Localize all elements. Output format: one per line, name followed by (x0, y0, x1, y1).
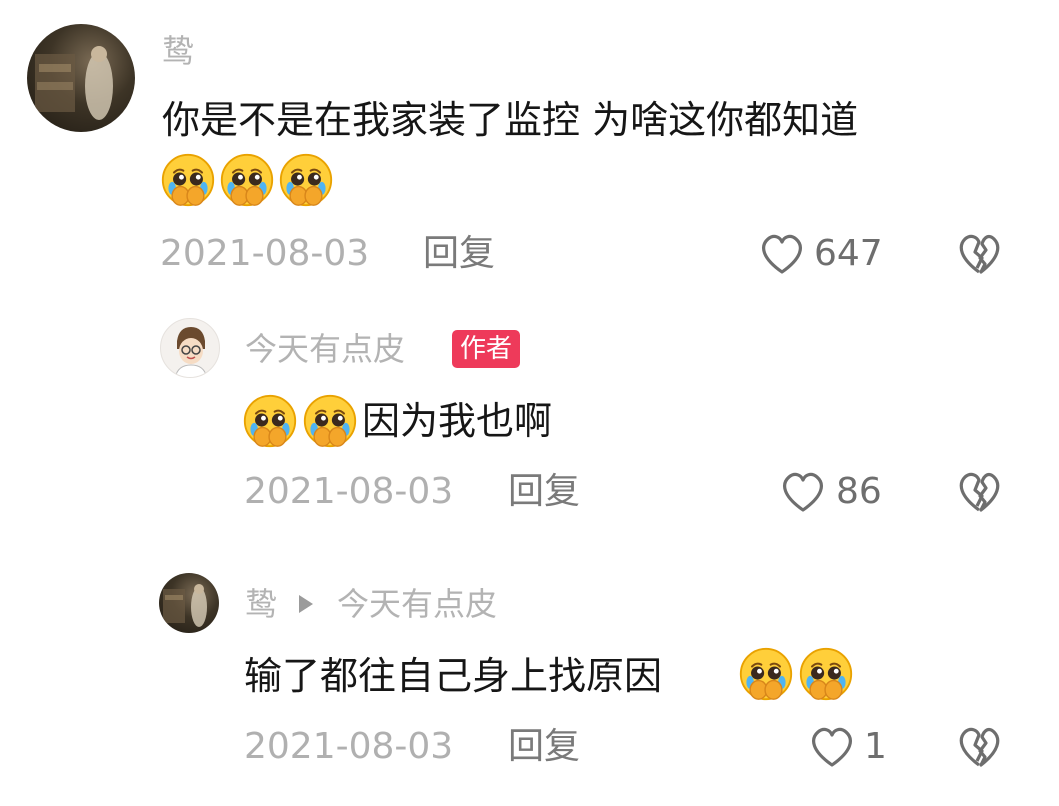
avatar-image (163, 584, 207, 627)
pleading-face-emoji (738, 646, 794, 702)
avatar[interactable] (160, 318, 220, 378)
reply-button[interactable]: 回复 (423, 232, 495, 276)
comment-text: 你是不是在我家装了监控 为啥这你都知道 (162, 98, 859, 142)
pleading-face-emoji (278, 152, 334, 208)
pleading-face-emoji (219, 152, 275, 208)
comment-text: 因为我也啊 (362, 399, 553, 443)
username[interactable]: 鸷 (245, 584, 277, 624)
comment-date: 2021-08-03 (244, 726, 454, 767)
comment-date: 2021-08-03 (160, 233, 370, 274)
like-count: 86 (836, 471, 882, 512)
broken-heart-icon[interactable] (956, 232, 1002, 276)
pleading-face-emoji (302, 393, 358, 449)
comment-date: 2021-08-03 (244, 471, 454, 512)
username[interactable]: 今天有点皮 (245, 329, 405, 369)
broken-heart-icon[interactable] (956, 725, 1002, 769)
reply-button[interactable]: 回复 (508, 725, 580, 769)
avatar[interactable] (159, 573, 219, 633)
triangle-right-icon (299, 595, 313, 613)
heart-icon[interactable] (808, 725, 856, 769)
pleading-face-emoji (242, 393, 298, 449)
username[interactable]: 鸷 (162, 31, 194, 71)
like-count: 1 (864, 726, 887, 767)
avatar-image (35, 46, 113, 120)
author-badge: 作者 (452, 330, 521, 368)
heart-icon[interactable] (758, 232, 806, 276)
comment-list: 鸷 你是不是在我家装了监控 为啥这你都知道 2021-08-03 回复 647 … (0, 0, 1059, 806)
pleading-face-emoji (160, 152, 216, 208)
comment-text: 输了都往自己身上找原因 (244, 654, 663, 698)
pleading-face-emoji (798, 646, 854, 702)
broken-heart-icon[interactable] (956, 470, 1002, 514)
reply-button[interactable]: 回复 (508, 470, 580, 514)
like-count: 647 (814, 233, 883, 274)
heart-icon[interactable] (779, 470, 827, 514)
reply-to-username[interactable]: 今天有点皮 (337, 584, 497, 624)
avatar-image (174, 327, 208, 377)
avatar[interactable] (27, 24, 135, 132)
